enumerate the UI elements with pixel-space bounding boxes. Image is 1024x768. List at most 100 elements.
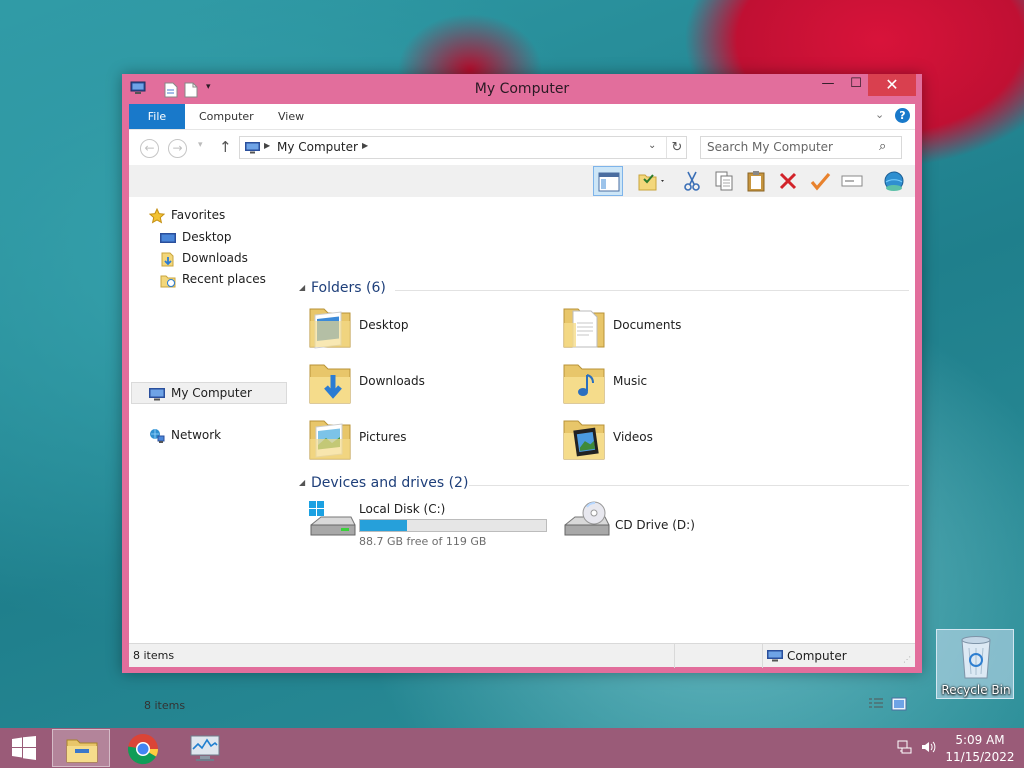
drive-free-space: 88.7 GB free of 119 GB: [359, 535, 487, 548]
recycle-bin-shortcut[interactable]: Recycle Bin: [936, 629, 1014, 699]
desktop-icon: [160, 233, 176, 243]
sidebar-item-label: Downloads: [182, 251, 248, 265]
help-icon[interactable]: ?: [895, 108, 910, 123]
group-divider: [395, 290, 909, 291]
clock-date[interactable]: 11/15/2022: [940, 750, 1020, 764]
collapse-triangle-icon[interactable]: ◢: [299, 478, 305, 487]
close-button[interactable]: ✕: [868, 74, 916, 96]
refresh-icon[interactable]: ↻: [666, 137, 687, 158]
folder-documents[interactable]: Documents: [561, 301, 811, 355]
folder-label: Videos: [613, 430, 653, 444]
content-area: Favorites Desktop Downloads Recent place…: [129, 197, 915, 712]
folders-group-header[interactable]: ◢ Folders (6): [299, 280, 909, 300]
search-icon[interactable]: ⌕: [879, 139, 886, 154]
folder-label: Desktop: [359, 318, 409, 332]
recent-locations-chevron-icon[interactable]: ▾: [198, 140, 203, 150]
cut-scissors-icon[interactable]: [677, 166, 707, 196]
taskbar-performance-monitor[interactable]: [176, 729, 234, 767]
back-arrow-icon[interactable]: ←: [140, 139, 159, 158]
computer-icon: [245, 142, 260, 154]
resize-grip-icon[interactable]: ⋰: [903, 655, 911, 664]
drive-cd-d[interactable]: CD Drive (D:): [561, 499, 761, 549]
details-view-icon[interactable]: [868, 697, 884, 711]
folder-downloads[interactable]: Downloads: [307, 357, 557, 411]
folder-videos[interactable]: Videos: [561, 413, 811, 467]
disk-usage-bar: [359, 519, 547, 532]
status-divider: [674, 644, 675, 668]
start-button[interactable]: [10, 736, 40, 760]
up-arrow-icon[interactable]: ↑: [219, 138, 232, 156]
desktop-folder-icon: [309, 308, 351, 349]
breadcrumb-arrow-icon[interactable]: ▶: [362, 141, 368, 150]
title-bar[interactable]: ▾ My Computer — ☐ ✕: [122, 74, 922, 104]
window-title: My Computer: [474, 81, 570, 97]
recent-places-icon: [160, 275, 176, 288]
disk-usage-fill: [360, 520, 408, 531]
volume-icon[interactable]: [920, 739, 936, 755]
recycle-bin-label: Recycle Bin: [941, 683, 1011, 697]
folder-label: Documents: [613, 318, 682, 332]
forward-arrow-icon[interactable]: →: [168, 139, 187, 158]
folder-pictures[interactable]: Pictures: [307, 413, 557, 467]
downloads-folder-icon: [309, 364, 351, 404]
copy-icon[interactable]: [709, 166, 739, 196]
tab-file[interactable]: File: [129, 104, 185, 129]
drive-label: CD Drive (D:): [615, 518, 695, 532]
sidebar-item-label: Recent places: [182, 272, 266, 286]
status-item-count: 8 items: [133, 649, 175, 662]
group-title: Folders (6): [311, 280, 386, 296]
address-dropdown-chevron-icon[interactable]: ⌄: [648, 140, 656, 151]
drive-label: Local Disk (C:): [359, 502, 446, 516]
navigation-pane: Favorites Desktop Downloads Recent place…: [129, 197, 289, 617]
cd-drive-icon: [564, 501, 610, 536]
paste-clipboard-icon[interactable]: [741, 166, 771, 196]
sidebar-item-label: Network: [171, 428, 222, 442]
star-icon: [149, 208, 165, 224]
sidebar-item-label: My Computer: [171, 386, 252, 400]
collapse-triangle-icon[interactable]: ◢: [299, 283, 305, 292]
documents-folder-icon: [563, 308, 605, 348]
status-zone-label: Computer: [787, 649, 847, 663]
checkmark-icon[interactable]: [805, 166, 835, 196]
preview-pane-icon[interactable]: [593, 166, 623, 196]
pictures-folder-icon: [309, 420, 351, 460]
delete-x-icon[interactable]: [773, 166, 803, 196]
sidebar-item-label: Desktop: [182, 230, 232, 244]
group-divider: [469, 485, 909, 486]
file-explorer-icon: [66, 739, 98, 763]
breadcrumb-arrow-icon[interactable]: ▶: [264, 141, 270, 150]
tab-view[interactable]: View: [278, 104, 304, 129]
taskbar-chrome[interactable]: [114, 729, 172, 767]
item-count: 8 items: [144, 699, 186, 712]
taskbar: 5:09 AM 11/15/2022: [0, 728, 1024, 768]
navigation-bar: ← → ▾ ↑ ▶ My Computer ▶ ⌄ ↻ ⌕: [129, 129, 915, 165]
network-globe-icon[interactable]: [879, 166, 909, 196]
address-bar[interactable]: ▶ My Computer ▶ ⌄ ↻: [239, 136, 687, 159]
tab-computer[interactable]: Computer: [199, 104, 254, 129]
folder-label: Music: [613, 374, 648, 388]
network-tray-icon[interactable]: [897, 739, 913, 755]
breadcrumb-my-computer[interactable]: My Computer: [277, 140, 358, 154]
drive-local-disk-c[interactable]: Local Disk (C:) 88.7 GB free of 119 GB: [307, 499, 557, 549]
rename-icon[interactable]: [837, 166, 867, 196]
chrome-icon: [127, 734, 159, 765]
maximize-button[interactable]: ☐: [842, 74, 870, 96]
taskbar-file-explorer[interactable]: [52, 729, 110, 767]
folder-desktop[interactable]: Desktop: [307, 301, 557, 355]
clock-time[interactable]: 5:09 AM: [940, 733, 1020, 747]
status-divider: [762, 644, 763, 668]
folder-label: Downloads: [359, 374, 425, 388]
folder-music[interactable]: Music: [561, 357, 811, 411]
check-folder-icon[interactable]: [633, 166, 671, 196]
expand-ribbon-chevron-icon[interactable]: ⌄: [875, 108, 884, 121]
performance-monitor-icon: [190, 735, 220, 761]
minimize-button[interactable]: —: [814, 74, 842, 96]
status-bar: 8 items Computer ⋰: [129, 643, 915, 668]
ribbon-tabs: File Computer View ⌄ ?: [129, 104, 915, 129]
devices-group-header[interactable]: ◢ Devices and drives (2): [299, 475, 909, 495]
search-input[interactable]: [707, 140, 872, 154]
group-title: Devices and drives (2): [311, 475, 469, 491]
large-icons-view-icon[interactable]: [891, 697, 907, 711]
downloads-icon: [161, 252, 174, 267]
network-icon: [150, 429, 165, 443]
